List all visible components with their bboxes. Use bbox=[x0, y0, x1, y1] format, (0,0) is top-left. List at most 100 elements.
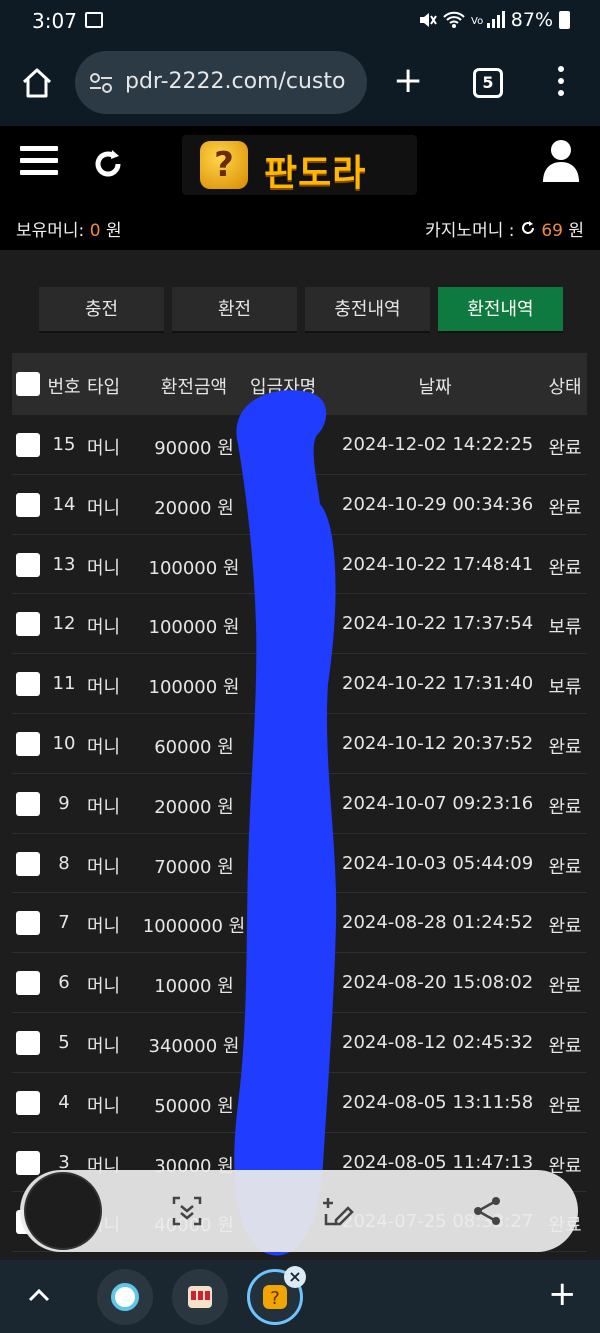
row-checkbox[interactable] bbox=[16, 1030, 40, 1055]
tab-deposit[interactable]: 충전 bbox=[39, 287, 164, 333]
android-status-bar: 3:07 Vo 87% bbox=[0, 0, 600, 44]
row-status: 완료 bbox=[548, 557, 582, 579]
status-icons: Vo 87% bbox=[417, 9, 570, 31]
casino-label: 카지노머니 : bbox=[425, 221, 515, 241]
new-tab-button[interactable]: + bbox=[393, 60, 423, 101]
share-icon[interactable] bbox=[470, 1194, 504, 1228]
edit-screenshot-icon[interactable] bbox=[320, 1194, 354, 1228]
row-checkbox[interactable] bbox=[16, 672, 40, 697]
row-type: 머니 bbox=[87, 1095, 121, 1117]
casino-refresh-icon[interactable] bbox=[520, 220, 536, 236]
transaction-tabs: 충전 환전 충전내역 환전내역 bbox=[39, 287, 563, 333]
header-type: 타입 bbox=[87, 377, 121, 398]
row-type: 머니 bbox=[87, 796, 121, 818]
row-number: 5 bbox=[58, 1031, 70, 1053]
tab-icon-1[interactable] bbox=[97, 1269, 153, 1325]
header-status: 상태 bbox=[548, 377, 582, 398]
tab-switcher-button[interactable]: 5 bbox=[473, 68, 503, 98]
row-checkbox[interactable] bbox=[16, 1090, 40, 1115]
row-date: 2024-10-22 17:31:40 bbox=[342, 673, 534, 695]
site-header: ? 판도라 bbox=[0, 126, 600, 200]
image-notification-icon bbox=[85, 12, 103, 28]
balance-label: 보유머니: bbox=[16, 221, 85, 241]
casino-unit: 원 bbox=[568, 221, 584, 241]
row-checkbox[interactable] bbox=[16, 552, 40, 577]
row-checkbox[interactable] bbox=[16, 433, 40, 457]
balance-unit: 원 bbox=[105, 221, 122, 241]
row-checkbox[interactable] bbox=[16, 731, 40, 756]
chevron-up-icon[interactable] bbox=[26, 1282, 52, 1308]
row-checkbox[interactable] bbox=[16, 492, 40, 517]
row-number: 12 bbox=[52, 613, 76, 635]
row-date: 2024-08-28 01:24:52 bbox=[342, 912, 534, 934]
redaction-scribble bbox=[234, 390, 337, 1256]
site-logo[interactable]: ? 판도라 bbox=[182, 135, 417, 195]
screenshot-thumbnail[interactable] bbox=[24, 1172, 102, 1250]
add-tab-button[interactable]: + bbox=[548, 1274, 577, 1314]
slot-app-icon bbox=[188, 1286, 212, 1308]
row-number: 4 bbox=[58, 1091, 70, 1113]
wifi-icon bbox=[443, 11, 465, 28]
more-menu-icon[interactable] bbox=[558, 66, 566, 102]
row-status: 완료 bbox=[548, 438, 582, 459]
row-number: 8 bbox=[58, 852, 70, 874]
scroll-capture-icon[interactable] bbox=[170, 1194, 204, 1228]
balance-value: 0 bbox=[89, 221, 101, 241]
site-settings-icon[interactable] bbox=[89, 72, 113, 94]
row-checkbox[interactable] bbox=[16, 851, 40, 876]
row-number: 11 bbox=[52, 673, 76, 695]
casino-money: 카지노머니 : 69 원 bbox=[425, 216, 584, 241]
row-status: 보류 bbox=[548, 617, 582, 639]
row-date: 2024-10-12 20:37:52 bbox=[342, 732, 534, 754]
row-checkbox[interactable] bbox=[16, 791, 40, 816]
refresh-icon[interactable] bbox=[90, 146, 126, 182]
row-number: 9 bbox=[58, 792, 70, 814]
row-number: 6 bbox=[58, 972, 70, 994]
select-all-checkbox[interactable] bbox=[16, 372, 40, 396]
user-profile-icon[interactable] bbox=[542, 138, 580, 182]
row-type: 머니 bbox=[87, 438, 121, 459]
row-type: 머니 bbox=[87, 677, 121, 699]
tab-withdraw[interactable]: 환전 bbox=[172, 287, 297, 333]
row-checkbox[interactable] bbox=[16, 1150, 40, 1175]
row-date: 2024-08-12 02:45:32 bbox=[342, 1031, 534, 1053]
row-status: 완료 bbox=[548, 976, 582, 998]
row-checkbox[interactable] bbox=[16, 612, 40, 637]
url-text[interactable]: pdr-2222.com/custo bbox=[125, 69, 360, 94]
row-status: 완료 bbox=[548, 856, 582, 878]
row-date: 2024-10-29 00:34:36 bbox=[342, 493, 534, 515]
browser-bottom-bar: ? × + bbox=[0, 1260, 600, 1333]
close-tab-icon[interactable]: × bbox=[284, 1266, 306, 1288]
home-icon[interactable] bbox=[20, 66, 54, 100]
clock: 3:07 bbox=[32, 9, 77, 33]
row-type: 머니 bbox=[87, 617, 121, 639]
row-date: 2024-12-02 14:22:25 bbox=[342, 434, 534, 455]
row-status: 보류 bbox=[548, 677, 582, 699]
row-status: 완료 bbox=[548, 497, 582, 519]
row-type: 머니 bbox=[87, 856, 121, 878]
tab-deposit-history[interactable]: 충전내역 bbox=[305, 287, 430, 333]
row-type: 머니 bbox=[87, 916, 121, 938]
battery-icon bbox=[559, 11, 570, 29]
row-status: 완료 bbox=[548, 736, 582, 758]
row-number: 13 bbox=[52, 553, 76, 575]
row-type: 머니 bbox=[87, 736, 121, 758]
row-number: 7 bbox=[58, 912, 70, 934]
hamburger-menu-icon[interactable] bbox=[20, 146, 58, 176]
row-type: 머니 bbox=[87, 497, 121, 519]
logo-badge: ? bbox=[200, 141, 248, 189]
screenshot-toolbar bbox=[20, 1170, 578, 1252]
tab-withdraw-history[interactable]: 환전내역 bbox=[438, 287, 563, 333]
circle-app-icon bbox=[111, 1283, 139, 1311]
row-date: 2024-08-20 15:08:02 bbox=[342, 972, 534, 994]
tab-icon-2[interactable] bbox=[172, 1269, 228, 1325]
row-checkbox[interactable] bbox=[16, 911, 40, 936]
address-bar[interactable]: pdr-2222.com/custo bbox=[75, 51, 367, 114]
row-date: 2024-10-22 17:48:41 bbox=[342, 553, 534, 575]
svg-text:Vo: Vo bbox=[471, 16, 483, 27]
row-status: 완료 bbox=[548, 1095, 582, 1117]
row-checkbox[interactable] bbox=[16, 971, 40, 996]
mute-icon bbox=[419, 13, 437, 27]
header-date: 날짜 bbox=[418, 377, 452, 398]
signal-icon: Vo bbox=[471, 11, 505, 28]
